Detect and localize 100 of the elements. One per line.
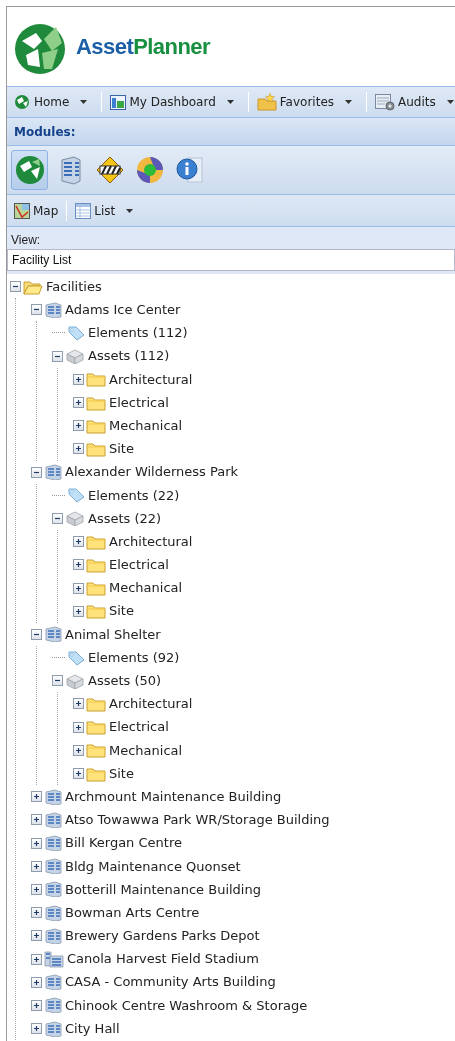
tree-node-label[interactable]: Architectural	[108, 369, 193, 390]
tree-node-label[interactable]: Assets (50)	[87, 671, 162, 691]
tree-node-label[interactable]: Atso Towawwa Park WR/Storage Building	[64, 810, 330, 830]
caret-icon	[80, 100, 88, 104]
expand-icon[interactable]	[73, 443, 84, 455]
expand-icon[interactable]	[31, 791, 42, 803]
building-icon	[44, 626, 62, 643]
folder-icon	[86, 719, 106, 736]
expand-icon[interactable]	[73, 373, 84, 385]
expand-icon[interactable]	[31, 999, 42, 1011]
tree-node-label[interactable]: Chinook Centre Washroom & Storage	[64, 995, 308, 1016]
info-icon	[173, 154, 206, 186]
view-field[interactable]: Facility List	[7, 249, 455, 271]
expand-icon[interactable]	[73, 397, 84, 409]
favorites-button[interactable]: Favorites	[254, 90, 355, 114]
tree-node-label[interactable]: Site	[108, 763, 134, 784]
tree-node-label[interactable]: CASA - Community Arts Building	[64, 972, 276, 992]
folder-icon	[86, 765, 106, 782]
folder-icon	[86, 533, 106, 550]
expand-icon[interactable]	[73, 744, 84, 756]
tree-node-label[interactable]: Electrical	[108, 555, 169, 575]
collapse-icon[interactable]	[31, 304, 42, 316]
caret-icon	[446, 100, 454, 104]
collapse-icon[interactable]	[52, 350, 63, 362]
folder-icon	[86, 371, 106, 388]
tree-node-label[interactable]: Architectural	[108, 531, 193, 552]
expand-icon[interactable]	[73, 559, 84, 571]
collapse-icon[interactable]	[52, 675, 63, 687]
audits-button[interactable]: Audits	[373, 90, 455, 114]
tree-node-label[interactable]: City Hall	[64, 1018, 120, 1039]
tree-node-label[interactable]: Animal Shelter	[64, 624, 161, 645]
tree-node-label[interactable]: Assets (112)	[87, 346, 170, 366]
expand-icon[interactable]	[31, 1023, 42, 1035]
tree-node-label[interactable]: Elements (92)	[87, 647, 180, 668]
block-icon	[65, 672, 85, 689]
building-icon	[44, 997, 62, 1014]
logo-text: AssetPlanner	[76, 35, 211, 58]
tree-node-label[interactable]: Site	[108, 439, 134, 459]
expand-icon[interactable]	[73, 605, 84, 617]
folder-icon	[86, 695, 106, 712]
building-icon	[44, 927, 62, 944]
collapse-icon[interactable]	[52, 512, 63, 524]
expand-icon[interactable]	[73, 698, 84, 710]
map-button[interactable]: Map	[12, 198, 61, 223]
expand-icon[interactable]	[73, 582, 84, 594]
tree-node-label[interactable]: Botterill Maintenance Building	[64, 879, 261, 900]
caret-icon	[126, 208, 134, 213]
expand-icon[interactable]	[73, 721, 84, 733]
collapse-icon[interactable]	[10, 281, 21, 293]
folder-icon	[86, 417, 106, 434]
expand-icon[interactable]	[31, 930, 42, 942]
expand-icon[interactable]	[31, 883, 42, 895]
tree-node-label[interactable]: Elements (22)	[87, 485, 180, 506]
dashboard-icon	[110, 94, 127, 110]
tree-node-label[interactable]: Bill Kergan Centre	[64, 833, 182, 853]
tree-node-label[interactable]: Alexander Wilderness Park	[64, 462, 239, 482]
tree-node-label[interactable]: Archmount Maintenance Building	[64, 786, 282, 807]
home-button[interactable]: Home	[11, 90, 90, 114]
gear-table-icon	[375, 93, 396, 111]
expand-icon[interactable]	[31, 953, 42, 965]
logo-icon	[13, 94, 31, 110]
tree-node-label[interactable]: Facilities	[45, 276, 102, 297]
expand-icon[interactable]	[31, 837, 42, 849]
folder-star-icon	[256, 93, 277, 111]
expand-icon[interactable]	[31, 907, 42, 919]
collapse-icon[interactable]	[31, 628, 42, 640]
folder-icon	[86, 580, 106, 597]
dashboard-button[interactable]: My Dashboard	[108, 90, 236, 114]
tree-node-label[interactable]: Mechanical	[108, 740, 183, 761]
building-icon	[44, 788, 62, 805]
tree-node-label[interactable]: Site	[108, 601, 134, 621]
folder-icon	[86, 742, 106, 759]
expand-icon[interactable]	[73, 536, 84, 548]
caret-icon	[226, 100, 234, 104]
tree-node-label[interactable]: Bldg Maintenance Quonset	[64, 856, 241, 877]
tree-node-label[interactable]: Electrical	[108, 717, 169, 737]
expand-icon[interactable]	[73, 420, 84, 432]
building-icon	[44, 301, 62, 318]
tree-node-label[interactable]: Elements (112)	[87, 323, 188, 343]
tree-node-label[interactable]: Canola Harvest Field Stadium	[66, 949, 259, 969]
building-icon	[44, 974, 62, 991]
tree-node-label[interactable]: Architectural	[108, 694, 193, 714]
buildings-icon	[44, 950, 64, 969]
folder-icon	[86, 603, 106, 620]
tree-node-label[interactable]: Mechanical	[108, 415, 183, 436]
collapse-icon[interactable]	[31, 466, 42, 478]
tree-node-label[interactable]: Mechanical	[108, 578, 183, 598]
building-icon	[44, 904, 62, 921]
tree-node-label[interactable]: Assets (22)	[87, 508, 162, 529]
expand-icon[interactable]	[73, 768, 84, 780]
list-icon	[75, 202, 92, 219]
list-button[interactable]: List	[73, 198, 136, 223]
tree-node-label[interactable]: Electrical	[108, 392, 169, 413]
expand-icon[interactable]	[31, 976, 42, 988]
tree-node-label[interactable]: Adams Ice Center	[64, 300, 181, 320]
tree-node-label[interactable]: Brewery Gardens Parks Depot	[64, 926, 260, 946]
building-icon	[44, 1020, 62, 1037]
expand-icon[interactable]	[31, 860, 42, 872]
tree-node-label[interactable]: Bowman Arts Centre	[64, 902, 200, 923]
expand-icon[interactable]	[31, 814, 42, 826]
